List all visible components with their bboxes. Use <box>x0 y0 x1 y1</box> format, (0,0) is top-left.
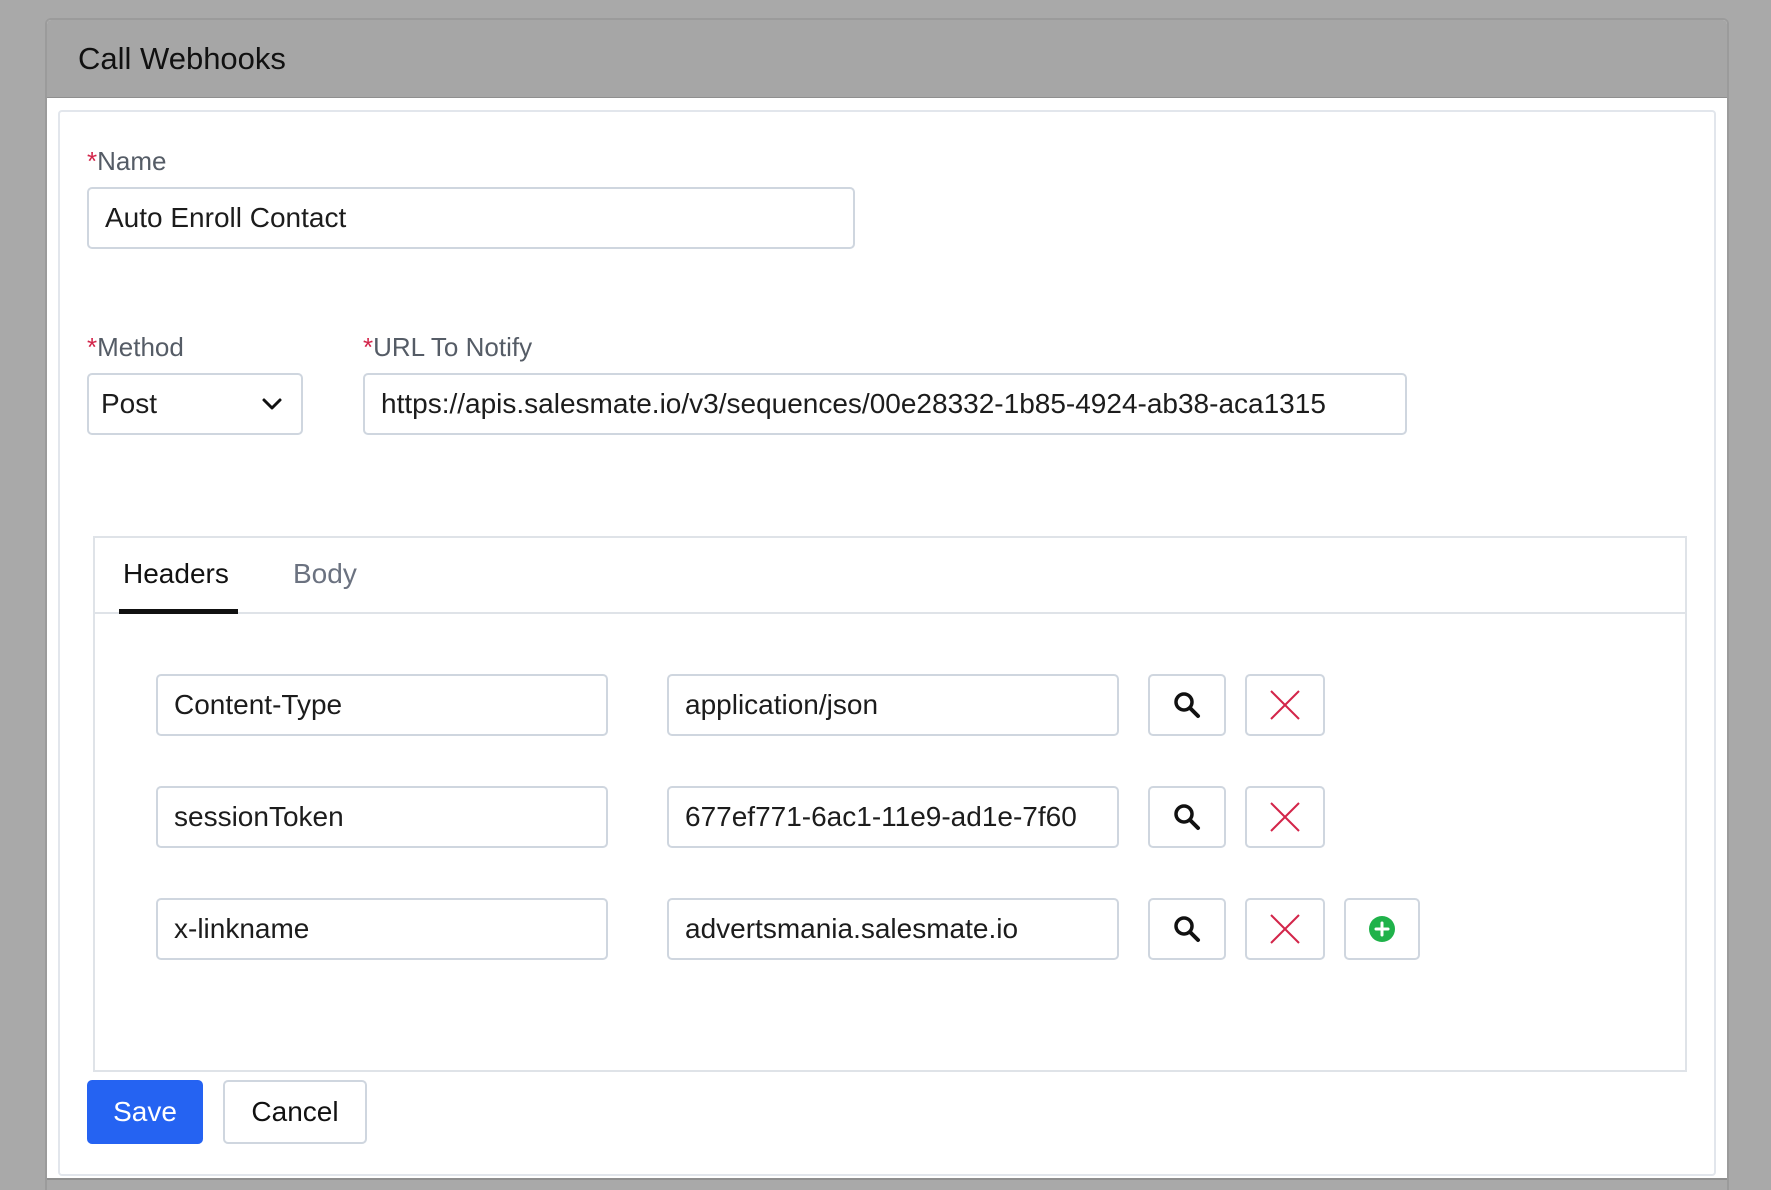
remove-header-button[interactable] <box>1245 898 1325 960</box>
search-icon <box>1174 804 1200 830</box>
method-select[interactable]: Post <box>87 373 303 435</box>
header-value-text: application/json <box>685 689 879 720</box>
header-value-input[interactable]: application/json <box>667 674 1119 736</box>
close-icon <box>1270 914 1300 944</box>
call-webhooks-dialog: Call Webhooks *Name Auto Enroll Contact … <box>45 18 1729 1190</box>
chevron-down-icon <box>262 398 282 410</box>
dialog-header: Call Webhooks <box>47 20 1727 98</box>
plus-circle-icon <box>1369 916 1395 942</box>
search-icon <box>1174 916 1200 942</box>
tab-headers[interactable]: Headers <box>119 558 233 590</box>
header-key-value: sessionToken <box>174 801 344 832</box>
dialog-title: Call Webhooks <box>78 40 286 76</box>
method-required-mark: * <box>87 332 98 362</box>
search-button[interactable] <box>1148 674 1226 736</box>
url-input[interactable]: https://apis.salesmate.io/v3/sequences/0… <box>363 373 1407 435</box>
tab-body[interactable]: Body <box>289 558 361 590</box>
method-label: *Method <box>87 332 184 363</box>
url-required-mark: * <box>363 332 374 362</box>
header-key-input[interactable]: x-linkname <box>156 898 608 960</box>
remove-header-button[interactable] <box>1245 674 1325 736</box>
header-value-text: advertsmania.salesmate.io <box>685 913 1019 944</box>
tab-bar: Headers Body <box>95 538 1685 614</box>
header-key-value: Content-Type <box>174 689 343 720</box>
close-icon <box>1270 802 1300 832</box>
name-input[interactable]: Auto Enroll Contact <box>87 187 855 249</box>
save-button[interactable]: Save <box>87 1080 203 1144</box>
search-icon <box>1174 692 1200 718</box>
search-button[interactable] <box>1148 898 1226 960</box>
webhook-form-panel: *Name Auto Enroll Contact *Method Post *… <box>58 110 1716 1176</box>
remove-header-button[interactable] <box>1245 786 1325 848</box>
request-tabs: Headers Body Content-Type application/js… <box>93 536 1687 1072</box>
method-label-text: Method <box>97 332 184 362</box>
active-tab-indicator <box>119 609 238 614</box>
url-label-text: URL To Notify <box>373 332 533 362</box>
name-required-mark: * <box>87 146 98 176</box>
header-key-value: x-linkname <box>174 913 310 944</box>
cancel-button[interactable]: Cancel <box>223 1080 367 1144</box>
header-key-input[interactable]: Content-Type <box>156 674 608 736</box>
url-input-value: https://apis.salesmate.io/v3/sequences/0… <box>381 388 1326 419</box>
close-icon <box>1270 690 1300 720</box>
name-input-value: Auto Enroll Contact <box>105 202 347 233</box>
dialog-bottom-edge <box>47 1178 1727 1190</box>
header-value-input[interactable]: 677ef771-6ac1-11e9-ad1e-7f60 <box>667 786 1119 848</box>
name-label: *Name <box>87 146 166 177</box>
search-button[interactable] <box>1148 786 1226 848</box>
header-key-input[interactable]: sessionToken <box>156 786 608 848</box>
name-label-text: Name <box>97 146 167 176</box>
url-label: *URL To Notify <box>363 332 532 363</box>
header-value-text: 677ef771-6ac1-11e9-ad1e-7f60 <box>685 801 1077 832</box>
header-value-input[interactable]: advertsmania.salesmate.io <box>667 898 1119 960</box>
method-select-value: Post <box>101 388 158 419</box>
add-header-button[interactable] <box>1344 898 1420 960</box>
